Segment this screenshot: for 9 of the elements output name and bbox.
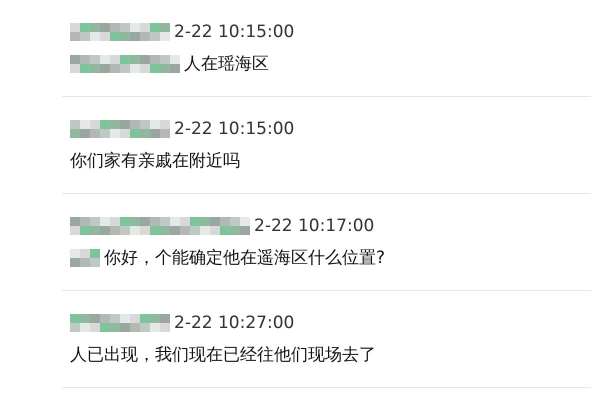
- message-time: 2-22 10:15:00: [174, 119, 294, 139]
- message-text: 人在瑶海区: [184, 53, 269, 75]
- message-time: 2-22 10:27:00: [174, 313, 294, 333]
- message-text: 人已出现，我们现在已经往他们现场去了: [70, 344, 376, 366]
- message-text: 你们家有亲戚在附近吗: [70, 150, 240, 172]
- message-text: 你好，个能确定他在遥海区什么位置?: [104, 247, 386, 269]
- message-time: 2-22 10:15:00: [174, 22, 294, 42]
- message-time: 2-22 10:17:00: [254, 216, 374, 236]
- mosaic-drawing: [70, 248, 100, 266]
